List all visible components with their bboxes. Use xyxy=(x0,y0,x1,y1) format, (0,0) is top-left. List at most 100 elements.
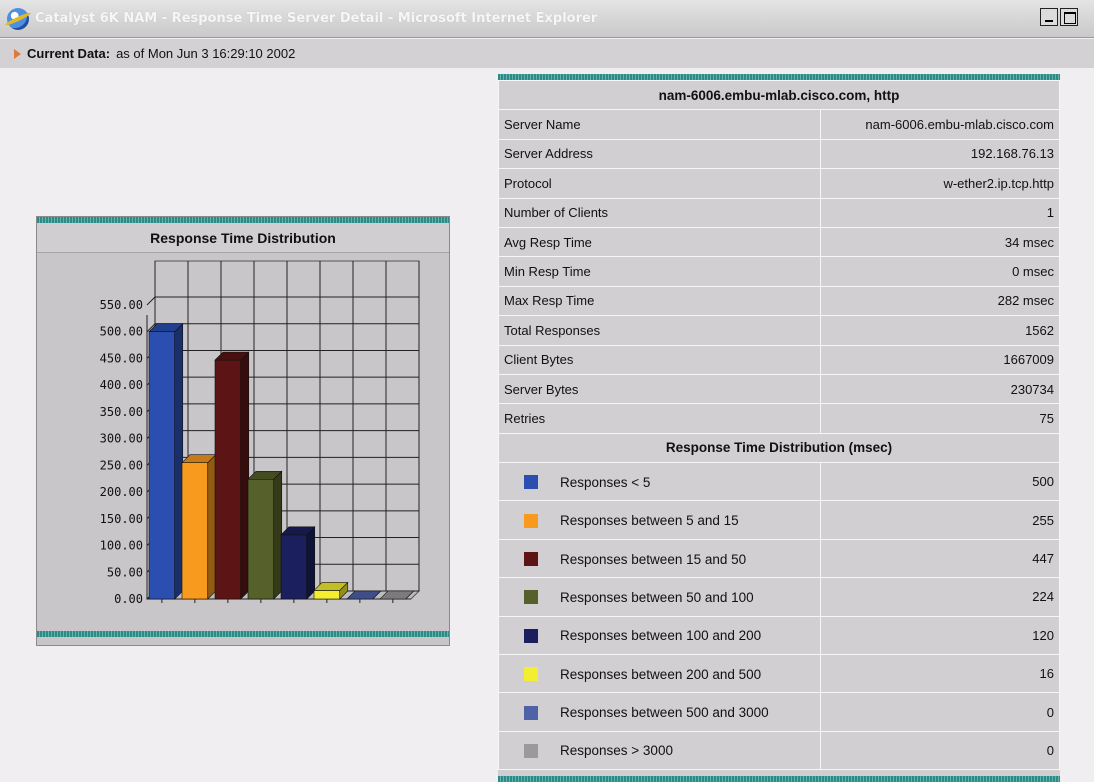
distribution-label: Responses < 5 xyxy=(560,474,651,490)
table-bottom-stripe xyxy=(498,776,1060,782)
bar xyxy=(181,462,209,600)
row-label: Min Resp Time xyxy=(498,256,821,287)
table-row: Server Address 192.168.76.13 xyxy=(498,138,1060,170)
distribution-row: Responses between 500 and 3000 0 xyxy=(498,692,1060,732)
distribution-header: Response Time Distribution (msec) xyxy=(498,432,1060,464)
distribution-label: Responses between 500 and 3000 xyxy=(560,705,769,721)
y-tick-label: 150.00 xyxy=(100,512,143,526)
bar xyxy=(280,534,308,600)
window-titlebar[interactable]: Catalyst 6K NAM - Response Time Server D… xyxy=(0,0,1094,38)
distribution-value: 120 xyxy=(820,615,1060,656)
table-row: Number of Clients 1 xyxy=(498,197,1060,228)
legend-swatch-icon xyxy=(524,475,538,490)
window-controls xyxy=(1038,8,1078,26)
distribution-value: 447 xyxy=(820,538,1060,579)
internet-explorer-icon xyxy=(7,7,29,30)
y-tick-label: 350.00 xyxy=(100,405,143,419)
distribution-label: Responses between 200 and 500 xyxy=(560,666,762,682)
row-value: nam-6006.embu-mlab.cisco.com xyxy=(820,109,1060,140)
distribution-label-cell: Responses between 50 and 100 xyxy=(498,577,821,617)
row-label: Retries xyxy=(498,403,821,434)
bar-side xyxy=(207,453,217,600)
y-tick-label: 550.00 xyxy=(100,298,143,312)
distribution-label-cell: Responses between 500 and 3000 xyxy=(498,692,821,732)
bar xyxy=(214,359,242,600)
row-value: 282 msec xyxy=(820,285,1060,317)
legend-swatch-icon xyxy=(524,705,538,720)
table-row: Max Resp Time 282 msec xyxy=(498,285,1060,317)
row-label: Max Resp Time xyxy=(498,285,821,317)
response-time-chart-panel: Response Time Distribution 0.00 50.00 100.… xyxy=(36,216,450,646)
distribution-label-cell: Responses between 100 and 200 xyxy=(498,615,821,656)
distribution-label: Responses between 5 and 15 xyxy=(560,513,739,529)
y-tick-label: 250.00 xyxy=(100,458,143,472)
distribution-row: Responses between 15 and 50 447 xyxy=(498,538,1060,579)
y-tick-label: 200.00 xyxy=(100,485,143,499)
table-row: Protocol w-ether2.ip.tcp.http xyxy=(498,168,1060,199)
row-value: 1562 xyxy=(820,315,1060,346)
row-label: Avg Resp Time xyxy=(498,226,821,258)
legend-swatch-icon xyxy=(524,667,538,682)
row-label: Server Name xyxy=(498,109,821,140)
y-tick-label: 100.00 xyxy=(100,539,143,553)
row-value: 1667009 xyxy=(820,344,1060,375)
legend-swatch-icon xyxy=(524,744,538,759)
distribution-row: Responses < 5 500 xyxy=(498,462,1060,502)
legend-swatch-icon xyxy=(524,513,538,528)
row-label: Number of Clients xyxy=(498,197,821,228)
bar xyxy=(148,331,176,600)
legend-swatch-icon xyxy=(524,590,538,605)
chart-title: Response Time Distribution xyxy=(37,223,449,253)
legend-swatch-icon xyxy=(524,628,538,643)
maximize-button[interactable] xyxy=(1060,8,1078,26)
distribution-value: 255 xyxy=(820,500,1060,540)
legend-swatch-icon xyxy=(524,552,538,567)
y-tick-label: 400.00 xyxy=(100,378,143,392)
bar xyxy=(247,478,275,600)
row-value: 75 xyxy=(820,403,1060,434)
row-value: 230734 xyxy=(820,373,1060,405)
distribution-label: Responses > 3000 xyxy=(560,743,673,759)
bar-side xyxy=(174,323,184,600)
distribution-row: Responses between 100 and 200 120 xyxy=(498,615,1060,656)
distribution-row: Responses between 5 and 15 255 xyxy=(498,500,1060,540)
distribution-row: Responses > 3000 0 xyxy=(498,730,1060,771)
row-label: Client Bytes xyxy=(498,344,821,375)
table-row: Server Bytes 230734 xyxy=(498,373,1060,405)
window-title: Catalyst 6K NAM - Response Time Server D… xyxy=(35,11,598,26)
table-row: Min Resp Time 0 msec xyxy=(498,256,1060,287)
y-tick-label: 500.00 xyxy=(100,325,143,339)
server-table-header: nam-6006.embu-mlab.cisco.com, http xyxy=(498,79,1060,111)
y-tick-label: 450.00 xyxy=(100,351,143,365)
bar-side xyxy=(240,351,250,600)
table-row: Retries 75 xyxy=(498,403,1060,434)
server-detail-table: nam-6006.embu-mlab.cisco.com, http Serve… xyxy=(498,79,1060,771)
y-tick-label: 50.00 xyxy=(107,565,143,579)
server-detail-panel: nam-6006.embu-mlab.cisco.com, http Serve… xyxy=(498,74,1060,782)
distribution-value: 0 xyxy=(820,692,1060,732)
row-value: w-ether2.ip.tcp.http xyxy=(820,168,1060,199)
table-row: Avg Resp Time 34 msec xyxy=(498,226,1060,258)
distribution-label: Responses between 50 and 100 xyxy=(560,589,754,605)
distribution-label-cell: Responses between 15 and 50 xyxy=(498,538,821,579)
arrow-bullet-icon xyxy=(14,48,21,59)
row-label: Total Responses xyxy=(498,315,821,346)
row-value: 0 msec xyxy=(820,256,1060,287)
distribution-label-cell: Responses between 200 and 500 xyxy=(498,654,821,694)
y-tick-label: 300.00 xyxy=(100,432,143,446)
response-time-bar-chart: 0.00 50.00 100.00 150.00 200.00 250.00 300.00 3… xyxy=(37,253,449,631)
row-label: Protocol xyxy=(498,168,821,199)
distribution-label: Responses between 100 and 200 xyxy=(560,628,762,644)
current-data-label: Current Data: xyxy=(27,46,111,61)
distribution-row: Responses between 50 and 100 224 xyxy=(498,577,1060,617)
minimize-button[interactable] xyxy=(1040,8,1058,26)
y-tick-label: 0.00 xyxy=(114,592,143,606)
distribution-value: 16 xyxy=(820,654,1060,694)
distribution-value: 224 xyxy=(820,577,1060,617)
distribution-value: 500 xyxy=(820,462,1060,502)
bar-side xyxy=(306,526,316,600)
distribution-value: 0 xyxy=(820,730,1060,771)
table-row: Client Bytes 1667009 xyxy=(498,344,1060,375)
distribution-label-cell: Responses < 5 xyxy=(498,462,821,502)
panel-bottom-stripe xyxy=(37,631,449,637)
